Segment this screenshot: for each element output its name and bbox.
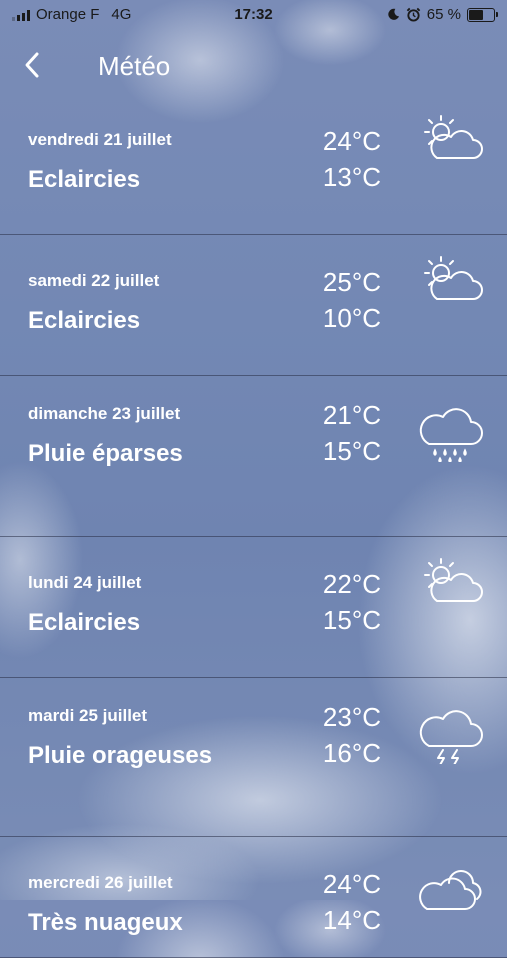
- do-not-disturb-moon-icon: [388, 8, 399, 20]
- forecast-high-temp: 25°C: [322, 267, 381, 297]
- forecast-date: mercredi 26 juillet: [28, 873, 173, 892]
- battery-icon: [467, 7, 498, 22]
- forecast-day-row[interactable]: mercredi 26 juillet Très nuageux 24°C 14°C: [0, 837, 507, 958]
- alarm-clock-icon: [406, 7, 421, 22]
- forecast-high-temp: 21°C: [322, 400, 381, 430]
- forecast-date: samedi 22 juillet: [28, 271, 160, 290]
- forecast-date: dimanche 23 juillet: [28, 404, 181, 423]
- forecast-high-temp: 23°C: [322, 702, 381, 732]
- back-button[interactable]: [18, 50, 48, 80]
- chevron-left-icon: [25, 52, 39, 78]
- forecast-low-temp: 15°C: [322, 605, 381, 635]
- forecast-condition: Pluie éparses: [28, 440, 183, 467]
- forecast-high-temp: 22°C: [322, 569, 381, 599]
- forecast-high-temp: 24°C: [322, 869, 381, 899]
- forecast-low-temp: 15°C: [322, 436, 381, 466]
- forecast-date: lundi 24 juillet: [28, 573, 142, 592]
- forecast-low-temp: 10°C: [322, 303, 381, 333]
- thunderstorm-icon: [415, 694, 485, 766]
- forecast-low-temp: 13°C: [322, 162, 381, 192]
- forecast-date: vendredi 21 juillet: [28, 130, 172, 149]
- forecast-list: vendredi 21 juillet Eclaircies 24°C 13°C sa…: [0, 94, 507, 958]
- partly-cloudy-icon: [415, 549, 485, 619]
- forecast-day-row[interactable]: dimanche 23 juillet Pluie éparses 21°C 15°C: [0, 376, 507, 537]
- battery-percent: 65 %: [426, 6, 461, 23]
- forecast-low-temp: 16°C: [322, 738, 381, 768]
- forecast-day-row[interactable]: lundi 24 juillet Eclaircies 22°C 15°C: [0, 537, 507, 678]
- partly-cloudy-icon: [415, 106, 485, 176]
- forecast-condition: Eclaircies: [28, 166, 141, 193]
- forecast-condition: Pluie orageuses: [28, 742, 213, 769]
- forecast-day-row[interactable]: mardi 25 juillet Pluie orageuses 23°C 16°C: [0, 678, 507, 837]
- cloudy-icon: [415, 849, 485, 919]
- forecast-day-row[interactable]: vendredi 21 juillet Eclaircies 24°C 13°C: [0, 94, 507, 235]
- forecast-condition: Eclaircies: [28, 307, 141, 334]
- forecast-high-temp: 24°C: [322, 126, 381, 156]
- forecast-condition: Très nuageux: [28, 909, 183, 936]
- status-right: 65 %: [387, 6, 498, 23]
- partly-cloudy-icon: [415, 247, 485, 317]
- forecast-date: mardi 25 juillet: [28, 706, 148, 725]
- nav-bar: Météo: [0, 40, 507, 90]
- forecast-day-row[interactable]: samedi 22 juillet Eclaircies 25°C 10°C: [0, 235, 507, 376]
- page-title: Météo: [98, 51, 171, 81]
- rain-icon: [415, 392, 485, 463]
- status-bar: Orange F 4G 17:32 65 %: [0, 0, 507, 30]
- forecast-condition: Eclaircies: [28, 609, 141, 636]
- forecast-low-temp: 14°C: [322, 905, 381, 935]
- battery-fill: [469, 9, 483, 20]
